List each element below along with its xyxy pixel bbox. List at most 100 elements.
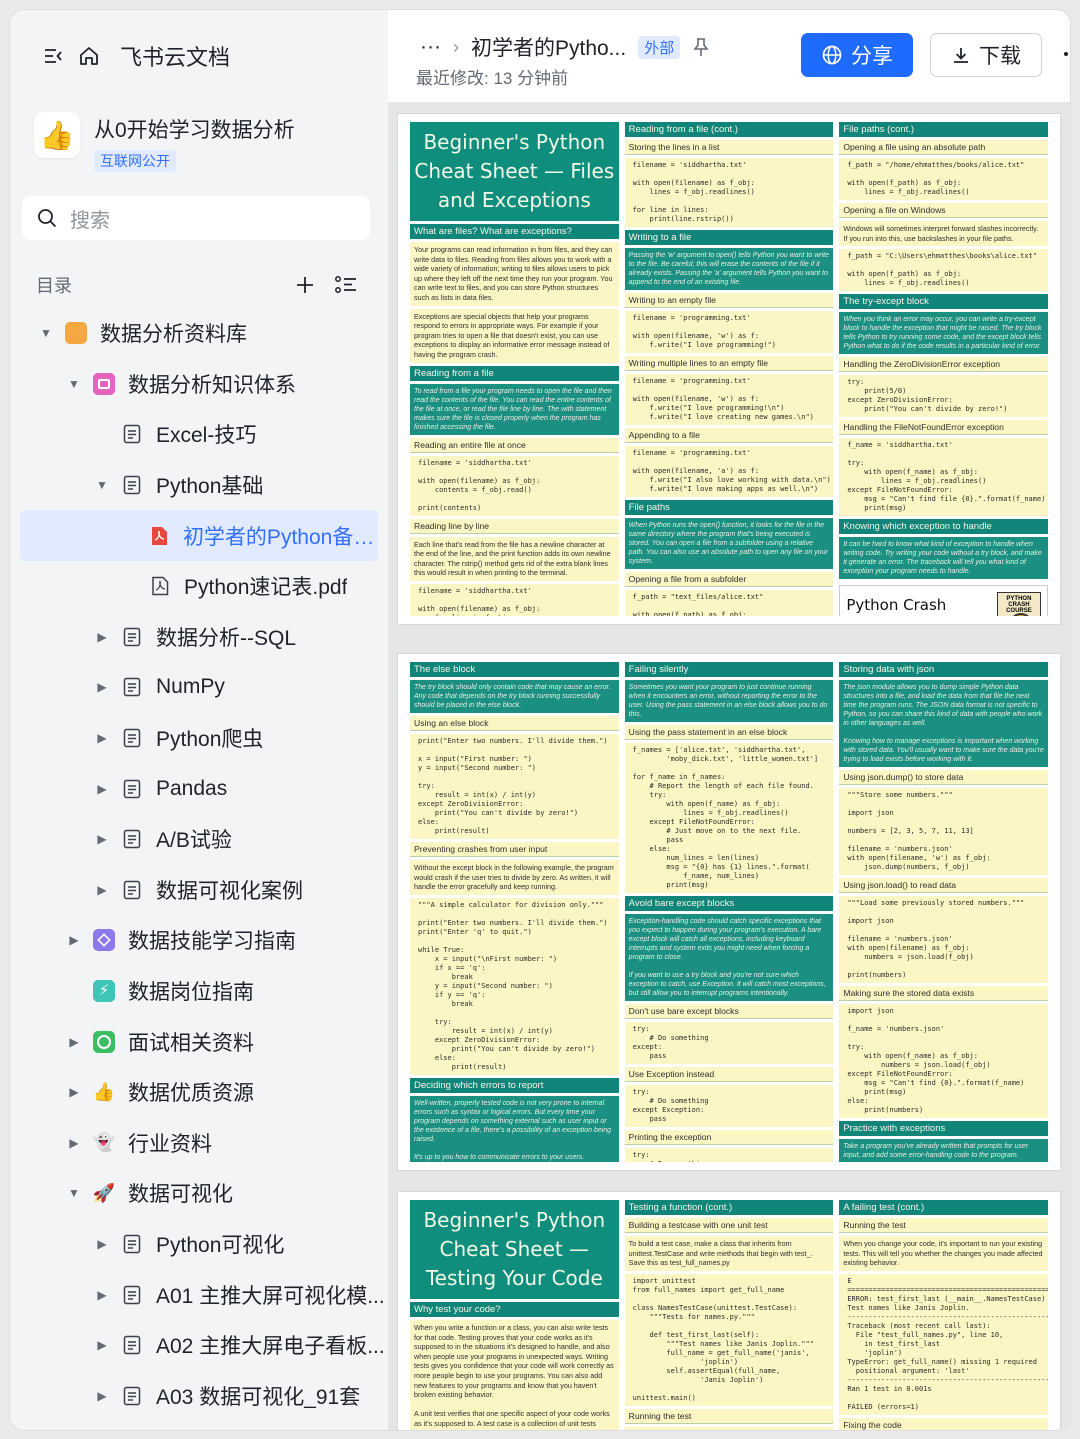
- expand-right-icon[interactable]: ▶: [66, 1136, 82, 1150]
- sidebar-item[interactable]: ▶ 👍 数据优质资源: [10, 1067, 388, 1118]
- code-block: f_path = "C:\Users\ehmatthes\books\alice…: [839, 249, 1049, 292]
- sidebar-item-label: Python速记表.pdf: [184, 576, 348, 600]
- share-button[interactable]: 分享: [801, 33, 913, 77]
- globe-icon: [821, 44, 843, 66]
- body-text: Python reports on each unit test in the …: [624, 1426, 834, 1430]
- subheading: Using json.dump() to store data: [839, 770, 1049, 785]
- sidebar-item[interactable]: ▶ 数据技能学习指南: [10, 915, 388, 966]
- sidebar-item[interactable]: ▶ Python爬虫: [10, 713, 388, 764]
- sidebar-item[interactable]: ▼ Python基础: [10, 460, 388, 511]
- last-modified: 最近修改: 13 分钟前: [416, 69, 569, 88]
- section-intro: Passing the 'w' argument to open() tells…: [624, 248, 834, 290]
- expand-right-icon[interactable]: ▶: [94, 1237, 110, 1251]
- sidebar-item[interactable]: ▶ A02 主推大屏电子看板...: [10, 1320, 388, 1371]
- expand-right-icon[interactable]: ▶: [94, 1389, 110, 1403]
- subheading: Running the test: [624, 1408, 834, 1424]
- sidebar-item[interactable]: ▶ A03 数据可视化_91套: [10, 1370, 388, 1421]
- more-menu-icon[interactable]: [1064, 52, 1068, 56]
- expand-down-icon[interactable]: ▼: [38, 326, 54, 340]
- sidebar-item[interactable]: ▶ 👻 行业资料: [10, 1118, 388, 1169]
- pdf-viewer[interactable]: Beginner's Python Cheat Sheet — Files an…: [388, 102, 1070, 1430]
- breadcrumb: ··· › 初学者的Pytho... 外部: [420, 32, 710, 62]
- expand-right-icon[interactable]: ▶: [94, 782, 110, 796]
- pin-icon[interactable]: [692, 37, 710, 57]
- thumb-icon: 👍: [92, 1081, 116, 1102]
- list-options-icon[interactable]: [334, 274, 358, 296]
- page2-column-1: The else block The try block should only …: [410, 662, 619, 1162]
- sidebar-item[interactable]: 初学者的Python备忘...: [20, 510, 378, 561]
- body-text: Your programs can read information in fr…: [410, 242, 619, 306]
- sidebar-item-label: 初学者的Python备忘...: [182, 525, 378, 549]
- bolt-icon: ⚡: [92, 979, 116, 1003]
- section-heading: File paths: [624, 500, 834, 515]
- doc-icon: [120, 777, 144, 801]
- search-input[interactable]: 搜索: [70, 204, 110, 233]
- sidebar-item-label: Pandas: [156, 776, 228, 800]
- sidebar-item[interactable]: ▶ A01 主推大屏可视化模...: [10, 1269, 388, 1320]
- sidebar-item[interactable]: ▶ 面试相关资料: [10, 1016, 388, 1067]
- book-advert: Python Crash Course Covers Python 3 and …: [839, 585, 1049, 616]
- breadcrumb-more-button[interactable]: ···: [420, 35, 441, 59]
- expand-right-icon[interactable]: ▶: [94, 630, 110, 644]
- code-block: try: # Do something except Exception: pa…: [624, 1085, 834, 1127]
- rocket-icon: 🚀: [92, 1182, 116, 1203]
- section-heading: Why test your code?: [410, 1302, 619, 1317]
- expand-right-icon[interactable]: ▶: [66, 1035, 82, 1049]
- sidebar-item[interactable]: ▶ 数据分析--SQL: [10, 612, 388, 663]
- expand-right-icon[interactable]: ▶: [94, 731, 110, 745]
- expand-right-icon[interactable]: ▶: [94, 832, 110, 846]
- sidebar-item[interactable]: ▶ 数据可视化案例: [10, 865, 388, 916]
- body-text: To build a test case, make a class that …: [624, 1236, 834, 1271]
- subheading: Writing to an empty file: [624, 293, 834, 308]
- subheading: Building a testcase with one unit test: [624, 1218, 834, 1233]
- sidebar-item[interactable]: ⚡ 数据岗位指南: [10, 966, 388, 1017]
- expand-right-icon[interactable]: ▶: [94, 883, 110, 897]
- doc-icon: [120, 1232, 144, 1256]
- sidebar-item[interactable]: Excel-技巧: [10, 409, 388, 460]
- doc-icon: [120, 1283, 144, 1307]
- home-icon[interactable]: [78, 45, 100, 67]
- search-icon: [36, 207, 58, 229]
- expand-right-icon[interactable]: ▶: [94, 1338, 110, 1352]
- page1-column-3: File paths (cont.) Opening a file using a…: [839, 122, 1049, 616]
- sidebar-item[interactable]: ▶ Pandas: [10, 763, 388, 814]
- doc-header: ··· › 初学者的Pytho... 外部 最近修改: 13 分钟前 分享 下载: [388, 10, 1070, 102]
- breadcrumb-title[interactable]: 初学者的Pytho...: [471, 32, 626, 62]
- sidebar-item[interactable]: ▶ A/B试验: [10, 814, 388, 865]
- doc-icon: [120, 1333, 144, 1357]
- doc-icon: [120, 827, 144, 851]
- search-box[interactable]: 搜索: [22, 196, 370, 240]
- advert-title: Python Crash Course: [846, 595, 947, 616]
- brand-name[interactable]: 飞书云文档: [120, 40, 230, 72]
- page2-column-3: Storing data with json The json module al…: [839, 662, 1049, 1162]
- subheading: Reading line by line: [410, 518, 619, 534]
- expand-down-icon[interactable]: ▼: [66, 377, 82, 391]
- sidebar-item-label: 数据分析资料库: [100, 323, 247, 347]
- sidebar-item[interactable]: ▶ NumPy: [10, 662, 388, 713]
- download-button[interactable]: 下载: [930, 33, 1042, 77]
- sidebar-item[interactable]: Python速记表.pdf: [10, 561, 388, 612]
- expand-right-icon[interactable]: ▶: [94, 680, 110, 694]
- code-block: try: print(5/0) except ZeroDivisionError…: [839, 375, 1049, 418]
- add-icon[interactable]: [294, 274, 316, 296]
- sidebar-item[interactable]: ▼ 数据分析知识体系: [10, 359, 388, 410]
- sidebar-item[interactable]: ▼ 🚀 数据可视化: [10, 1168, 388, 1219]
- book-cover-icon: PYTHON CRASH COURSE: [996, 592, 1042, 616]
- section-heading: The else block: [410, 662, 619, 677]
- expand-down-icon[interactable]: ▼: [94, 478, 110, 492]
- expand-right-icon[interactable]: ▶: [66, 933, 82, 947]
- expand-right-icon[interactable]: ▶: [66, 1085, 82, 1099]
- knowledge-base-header[interactable]: 👍 从0开始学习数据分析 互联网公开: [34, 112, 295, 172]
- body-text: When you change your code, it's importan…: [839, 1236, 1049, 1271]
- folder-icon: [64, 321, 88, 345]
- section-intro: The try block should only contain code t…: [410, 680, 619, 713]
- expand-right-icon[interactable]: ▶: [94, 1288, 110, 1302]
- collapse-sidebar-icon[interactable]: [42, 45, 64, 67]
- subheading: Handling the FileNotFoundError exception: [839, 420, 1049, 436]
- doc-icon: [120, 422, 144, 446]
- expand-down-icon[interactable]: ▼: [66, 1186, 82, 1200]
- sidebar-item[interactable]: ▼ 数据分析资料库: [10, 308, 388, 359]
- section-heading: Reading from a file (cont.): [624, 122, 834, 137]
- sidebar-item[interactable]: ▶ Python可视化: [10, 1219, 388, 1270]
- code-block: print("Enter two numbers. I'll divide th…: [410, 734, 619, 839]
